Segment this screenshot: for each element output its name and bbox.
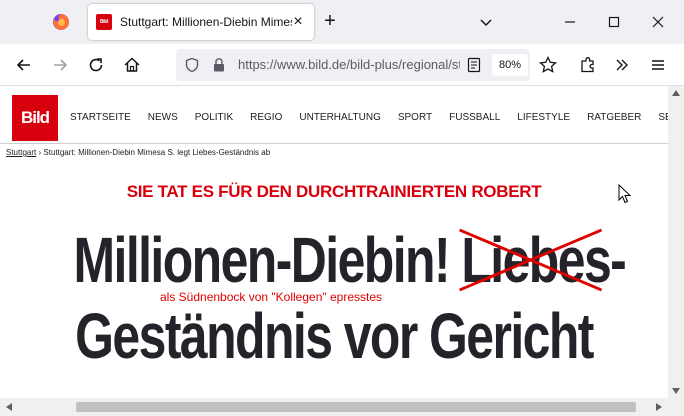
nav-item-regio[interactable]: REGIO (250, 112, 282, 123)
nav-item-unterhaltung[interactable]: UNTERHALTUNG (299, 112, 380, 123)
main-navigation: STARTSEITE NEWS POLITIK REGIO UNTERHALTU… (70, 112, 668, 123)
maximize-icon[interactable] (604, 12, 624, 32)
nav-item-startseite[interactable]: STARTSEITE (70, 112, 131, 123)
scroll-up-arrow-icon[interactable] (672, 90, 680, 96)
nav-item-ratgeber[interactable]: RATGEBER (587, 112, 641, 123)
horizontal-scroll-thumb[interactable] (76, 402, 636, 412)
bild-favicon-icon: Bild (96, 14, 112, 30)
handwritten-annotation: als Südnenbock von "Kollegen" epresstes (160, 290, 382, 304)
headline-line-2: Geständnis vor Gericht (75, 300, 594, 372)
new-tab-icon[interactable]: + (320, 11, 340, 32)
red-strikethrough-annotation (459, 228, 603, 292)
article-kicker: SIE TAT ES FÜR DEN DURCHTRAINIERTEN ROBE… (126, 182, 542, 201)
navigation-toolbar: https://www.bild.de/bild-plus/regional/s… (0, 44, 684, 86)
firefox-icon[interactable] (52, 13, 70, 31)
browser-window: Bild Stuttgart: Millionen-Diebin Mimesa … (0, 0, 684, 416)
arrow-right-icon[interactable] (50, 55, 70, 75)
reader-view-icon[interactable] (466, 57, 482, 73)
chevron-double-right-icon[interactable] (612, 55, 632, 75)
chevron-down-icon[interactable] (476, 12, 496, 32)
zoom-level-button[interactable]: 80% (492, 54, 528, 76)
tab-title: Stuttgart: Millionen-Diebin Mimesa S. le… (120, 15, 292, 29)
breadcrumb-link-stuttgart[interactable]: Stuttgart (6, 148, 36, 157)
url-text[interactable]: https://www.bild.de/bild-plus/regional/s… (238, 57, 460, 72)
page-viewport: Bild STARTSEITE NEWS POLITIK REGIO UNTER… (0, 86, 668, 398)
horizontal-scrollbar[interactable] (0, 398, 684, 416)
window-close-icon[interactable] (648, 12, 668, 32)
struck-word: Liebes (459, 222, 612, 298)
nav-item-lifestyle[interactable]: LIFESTYLE (517, 112, 570, 123)
lock-icon[interactable] (212, 57, 226, 73)
close-tab-icon[interactable]: × (290, 14, 306, 30)
nav-item-sex-liebe[interactable]: SEX & LIEBE (658, 112, 668, 123)
breadcrumb-current: Stuttgart: Millionen-Diebin Mimesa S. le… (43, 148, 271, 157)
scroll-down-arrow-icon[interactable] (672, 388, 680, 394)
star-icon[interactable] (538, 55, 558, 75)
nav-item-politik[interactable]: POLITIK (195, 112, 233, 123)
site-header: Bild STARTSEITE NEWS POLITIK REGIO UNTER… (0, 86, 668, 144)
arrow-left-icon[interactable] (14, 55, 34, 75)
minimize-icon[interactable] (560, 12, 580, 32)
headline-line-1: Millionen-Diebin! Liebes - (73, 222, 626, 298)
vertical-scrollbar[interactable] (668, 86, 684, 398)
bild-logo[interactable]: Bild (12, 95, 58, 141)
nav-item-sport[interactable]: SPORT (398, 112, 432, 123)
mouse-cursor-icon (618, 184, 632, 204)
home-icon[interactable] (122, 55, 142, 75)
breadcrumb-separator: › (38, 148, 42, 157)
tab-strip: Bild Stuttgart: Millionen-Diebin Mimesa … (0, 0, 684, 44)
scroll-right-arrow-icon[interactable] (656, 403, 662, 411)
headline-dash: - (610, 224, 627, 296)
tab-active[interactable]: Bild Stuttgart: Millionen-Diebin Mimesa … (88, 4, 314, 40)
url-bar[interactable]: https://www.bild.de/bild-plus/regional/s… (176, 49, 530, 81)
puzzle-icon[interactable] (578, 55, 598, 75)
breadcrumb: Stuttgart › Stuttgart: Millionen-Diebin … (6, 148, 270, 157)
scroll-left-arrow-icon[interactable] (6, 403, 12, 411)
shield-icon[interactable] (184, 57, 200, 73)
nav-item-fussball[interactable]: FUSSBALL (449, 112, 500, 123)
headline-part-1: Millionen-Diebin! (73, 224, 450, 296)
hamburger-menu-icon[interactable] (648, 55, 668, 75)
nav-item-news[interactable]: NEWS (148, 112, 178, 123)
reload-icon[interactable] (86, 55, 106, 75)
